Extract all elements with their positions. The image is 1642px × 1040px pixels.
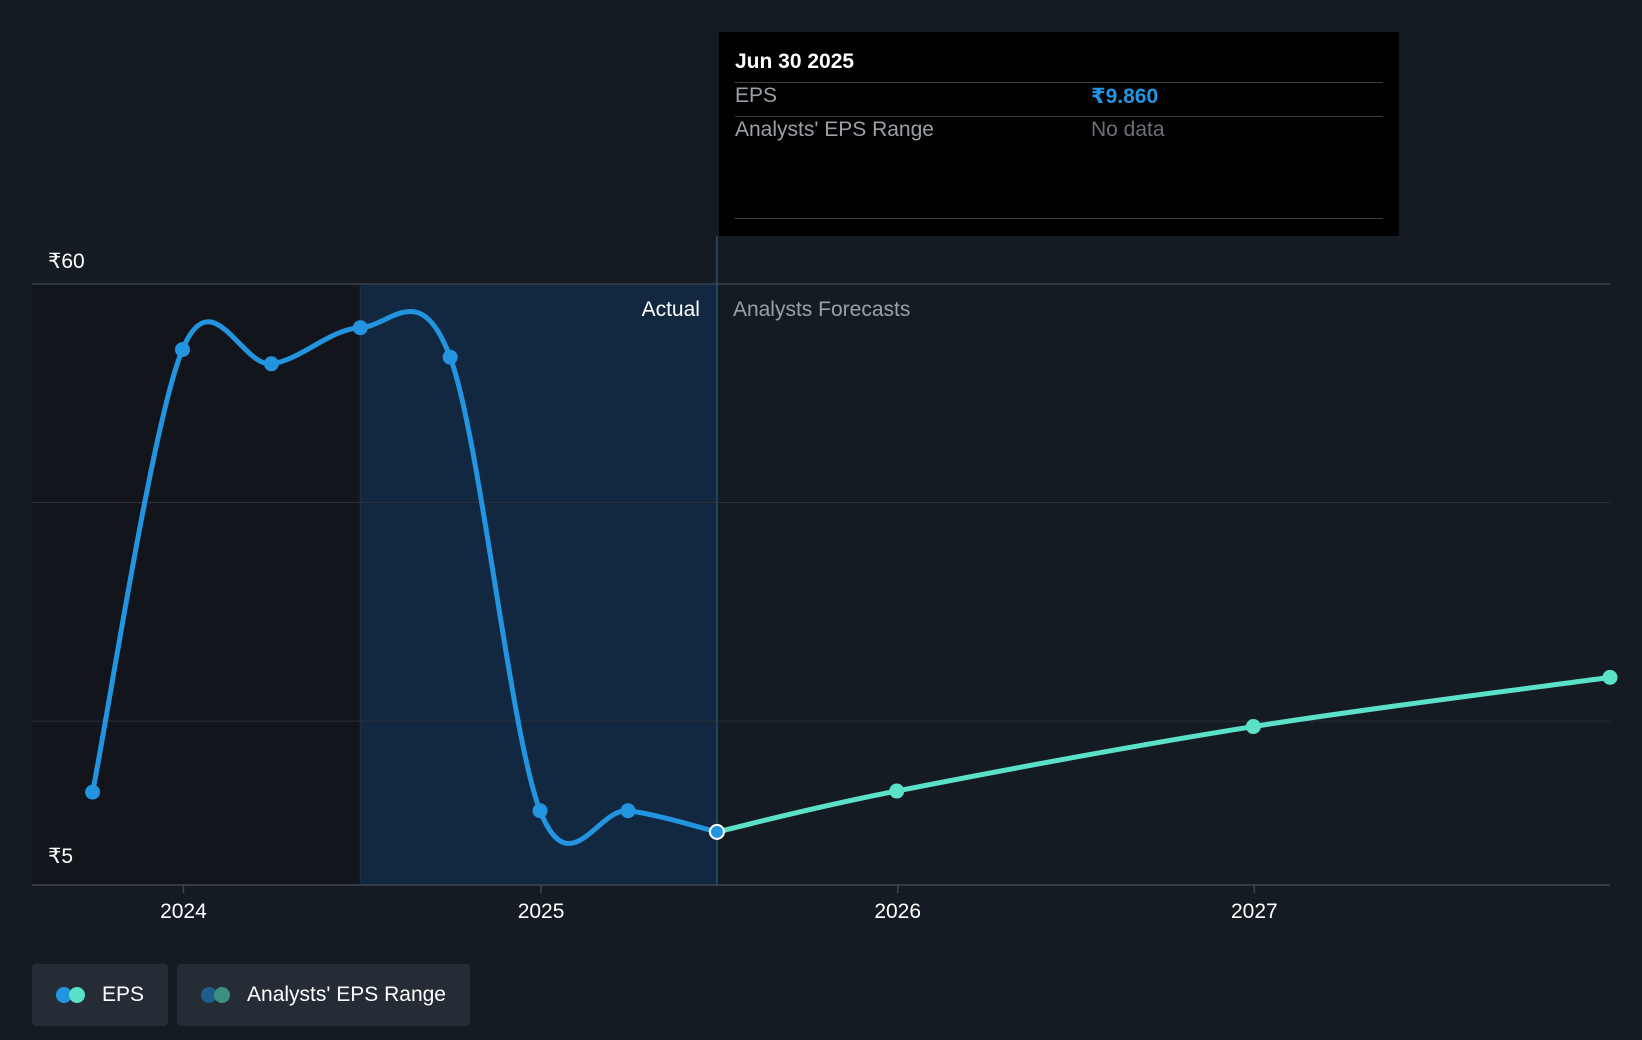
eps-forecast-line: [714, 674, 1613, 835]
forecast-label: Analysts Forecasts: [733, 298, 910, 321]
eps-actual-point[interactable]: [620, 803, 636, 819]
x-tick-label: 2024: [160, 900, 207, 923]
past-region-shade: [32, 284, 361, 885]
legend-item-eps[interactable]: EPS: [32, 964, 169, 1026]
tooltip: Jun 30 2025 EPS ₹9.860 Analysts' EPS Ran…: [719, 32, 1399, 236]
x-tick-label: 2027: [1231, 900, 1278, 923]
recent-actual-region-shade: [360, 284, 717, 885]
eps-actual-point[interactable]: [532, 803, 548, 819]
eps-forecast-point[interactable]: [1245, 719, 1261, 735]
x-axis-ticks: 2024 2025 2026 2027: [160, 885, 1278, 923]
tooltip-eps-value: ₹9.860: [1091, 85, 1159, 108]
eps-forecast-point[interactable]: [1602, 669, 1618, 685]
legend: EPS Analysts' EPS Range: [32, 964, 470, 1026]
tooltip-date: Jun 30 2025: [735, 50, 855, 73]
legend-label-eps: EPS: [102, 983, 145, 1006]
y-tick-label-min: ₹5: [48, 845, 73, 868]
legend-item-range[interactable]: Analysts' EPS Range: [177, 964, 470, 1026]
eps-highlighted-point[interactable]: [708, 823, 725, 840]
tooltip-divider: [735, 116, 1383, 117]
eps-actual-point[interactable]: [174, 342, 190, 358]
tooltip-divider: [735, 218, 1383, 219]
tooltip-range-label: Analysts' EPS Range: [735, 118, 934, 141]
eps-actual-point[interactable]: [442, 349, 458, 365]
eps-actual-point[interactable]: [352, 320, 368, 336]
legend-label-range: Analysts' EPS Range: [247, 983, 446, 1006]
range-legend-icon: [201, 987, 231, 1003]
actual-label: Actual: [642, 298, 700, 321]
y-tick-label-max: ₹60: [48, 250, 85, 273]
eps-actual-point[interactable]: [85, 784, 101, 800]
eps-actual-point[interactable]: [263, 356, 279, 372]
tooltip-range-value: No data: [1091, 118, 1165, 141]
eps-legend-icon: [56, 987, 86, 1003]
eps-forecast-point[interactable]: [889, 783, 905, 799]
x-tick-label: 2025: [518, 900, 565, 923]
tooltip-eps-label: EPS: [735, 84, 778, 107]
tooltip-divider: [735, 82, 1383, 83]
x-tick-label: 2026: [874, 900, 921, 923]
